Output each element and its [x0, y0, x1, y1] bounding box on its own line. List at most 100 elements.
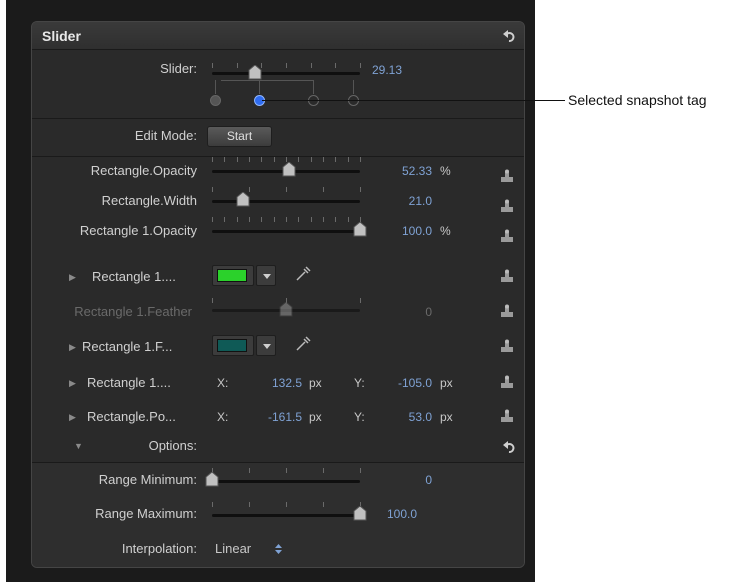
tick-mark	[323, 187, 324, 192]
range-min-track[interactable]	[212, 480, 360, 483]
tick-mark	[249, 157, 250, 162]
slider-ticks	[212, 187, 361, 193]
interpolation-value: Linear	[215, 541, 252, 556]
tick-mark	[360, 298, 361, 303]
param-thumb[interactable]	[236, 192, 250, 207]
x-unit: px	[309, 376, 322, 390]
color-swatch	[217, 269, 247, 282]
feather-thumb[interactable]	[279, 302, 293, 317]
tick-mark	[286, 468, 287, 473]
color-well[interactable]	[212, 335, 276, 356]
slider-value[interactable]: 29.13	[372, 63, 434, 77]
tick-mark	[224, 217, 226, 222]
animation-menu-icon[interactable]	[500, 199, 514, 213]
y-unit: px	[440, 376, 453, 390]
disclosure-triangle-icon[interactable]: ▶	[69, 342, 76, 353]
x-value[interactable]: 132.5	[247, 376, 302, 390]
tick-mark	[360, 63, 361, 68]
slider-thumb[interactable]	[248, 65, 262, 80]
tick-mark	[273, 217, 275, 222]
position-param-label: Rectangle.Po...	[87, 409, 176, 424]
feather-value[interactable]: 0	[377, 305, 432, 319]
x-value[interactable]: -161.5	[247, 410, 302, 424]
divider	[32, 118, 524, 119]
tick-mark	[360, 187, 361, 192]
param-thumb[interactable]	[282, 162, 296, 177]
tick-mark	[249, 468, 250, 473]
y-value[interactable]: 53.0	[377, 410, 432, 424]
range-min-thumb[interactable]	[205, 472, 219, 487]
range-max-label: Range Maximum:	[95, 506, 197, 521]
feather-label: Rectangle 1.Feather	[74, 304, 192, 319]
tick-mark	[249, 217, 250, 222]
x-axis-label: X:	[217, 376, 229, 390]
reset-icon[interactable]	[502, 29, 516, 43]
group-header[interactable]: Slider	[32, 22, 524, 50]
slider-track[interactable]	[212, 72, 360, 75]
param-track[interactable]	[212, 230, 360, 233]
animation-menu-icon[interactable]	[500, 229, 514, 243]
interpolation-popup[interactable]: Linear	[215, 540, 295, 558]
tick-mark	[310, 63, 312, 68]
tick-mark	[335, 217, 337, 222]
tag-stem	[353, 80, 354, 94]
updown-arrows-icon	[275, 544, 282, 554]
animation-menu-icon[interactable]	[500, 409, 514, 423]
animation-menu-icon[interactable]	[500, 304, 514, 318]
tick-mark	[236, 157, 238, 162]
divider	[32, 462, 524, 463]
param-value[interactable]: 100.0	[377, 224, 432, 238]
range-max-thumb[interactable]	[353, 506, 367, 521]
tick-mark	[360, 468, 361, 473]
disclosure-triangle-icon[interactable]: ▶	[69, 412, 76, 423]
param-label: Rectangle.Opacity	[90, 163, 197, 178]
animation-menu-icon[interactable]	[500, 375, 514, 389]
tick-mark	[323, 157, 324, 162]
options-label: Options:	[148, 438, 197, 453]
tick-mark	[273, 157, 275, 162]
tick-mark	[310, 217, 312, 222]
color-param-label: Rectangle 1.F...	[82, 339, 173, 354]
disclosure-triangle-icon[interactable]: ▶	[69, 272, 76, 283]
range-min-label: Range Minimum:	[98, 472, 197, 487]
tick-mark	[212, 298, 213, 303]
disclosure-triangle-icon[interactable]: ▶	[69, 378, 76, 389]
animation-menu-icon[interactable]	[500, 169, 514, 183]
callout-line	[262, 100, 565, 101]
tag-stem	[313, 80, 314, 94]
color-well[interactable]	[212, 265, 276, 286]
param-thumb[interactable]	[353, 222, 367, 237]
y-axis-label: Y:	[354, 376, 365, 390]
range-max-value[interactable]: 100.0	[387, 507, 447, 521]
start-button[interactable]: Start	[207, 126, 272, 147]
range-max-track[interactable]	[212, 514, 360, 517]
tick-mark	[323, 502, 324, 507]
tag-stem	[259, 80, 260, 94]
slider-ticks	[212, 468, 361, 474]
param-unit: %	[440, 224, 451, 238]
y-value[interactable]: -105.0	[377, 376, 432, 390]
eyedropper-icon[interactable]	[294, 335, 312, 353]
edit-mode-label: Edit Mode:	[134, 128, 197, 143]
animation-menu-icon[interactable]	[500, 339, 514, 353]
chevron-down-icon[interactable]	[256, 265, 276, 286]
param-value[interactable]: 21.0	[377, 194, 432, 208]
eyedropper-icon[interactable]	[294, 265, 312, 283]
tick-mark	[310, 157, 312, 162]
color-param-label: Rectangle 1....	[92, 269, 176, 284]
tick-mark	[236, 63, 238, 68]
param-track[interactable]	[212, 200, 360, 203]
slider-label: Slider:	[160, 61, 197, 76]
tick-mark	[249, 502, 250, 507]
param-label: Rectangle.Width	[101, 193, 197, 208]
y-axis-label: Y:	[354, 410, 365, 424]
tick-mark	[347, 217, 349, 222]
slider-ticks	[212, 502, 361, 508]
reset-icon[interactable]	[502, 440, 516, 454]
tag-stem	[215, 80, 216, 94]
param-value[interactable]: 52.33	[377, 164, 432, 178]
animation-menu-icon[interactable]	[500, 269, 514, 283]
range-min-value[interactable]: 0	[377, 473, 432, 487]
chevron-down-icon[interactable]	[256, 335, 276, 356]
snapshot-tag[interactable]	[210, 95, 221, 106]
